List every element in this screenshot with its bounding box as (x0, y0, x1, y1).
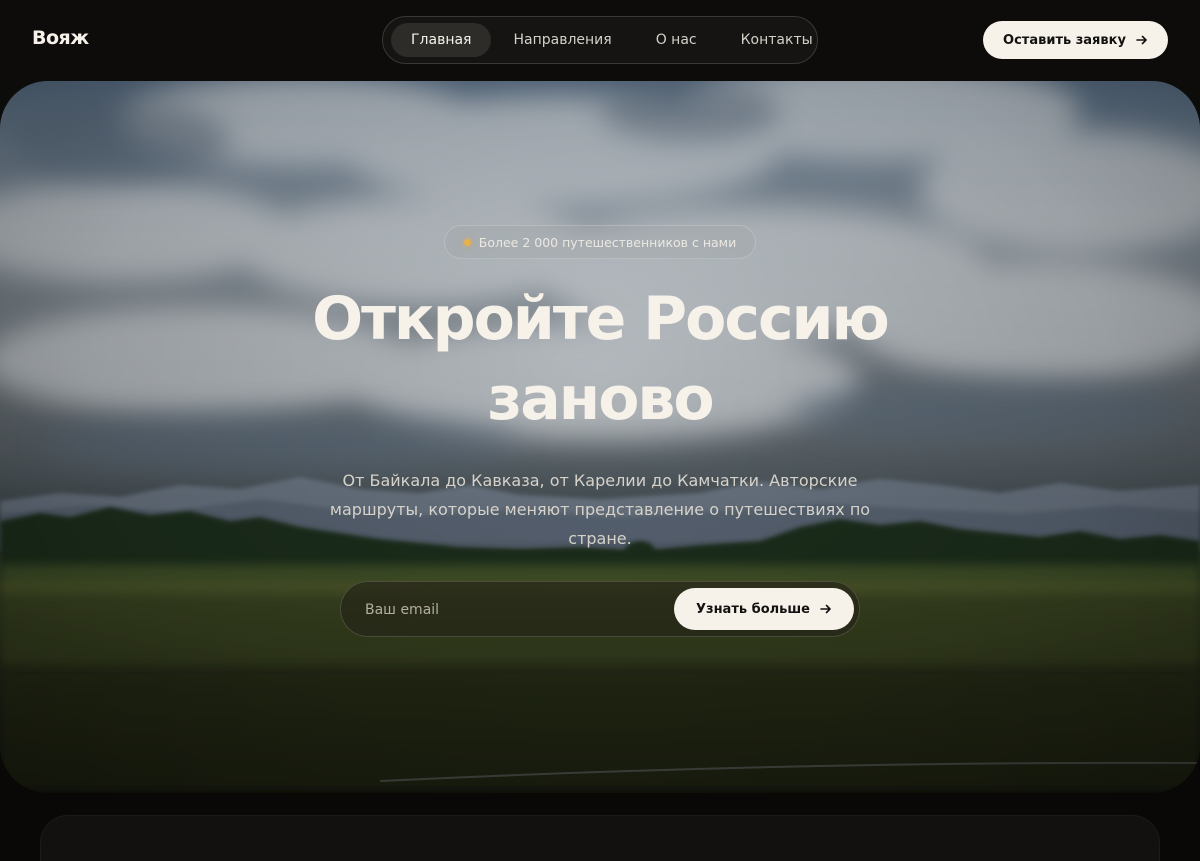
logo[interactable]: Вояж (32, 27, 89, 49)
next-section-edge (40, 815, 1160, 861)
nav-item-about[interactable]: О нас (634, 23, 719, 57)
submit-request-label: Оставить заявку (1003, 32, 1126, 48)
hero-subtitle: От Байкала до Кавказа, от Карелии до Кам… (329, 471, 871, 548)
hero-section: Более 2 000 путешественников с нами Откр… (0, 81, 1200, 793)
learn-more-button[interactable]: Узнать больше (674, 588, 854, 630)
badge-text: Более 2 000 путешественников с нами (478, 234, 737, 250)
submit-request-button[interactable]: Оставить заявку (983, 21, 1168, 59)
email-input[interactable] (353, 590, 673, 630)
arrow-right-icon (1136, 35, 1147, 45)
hero-title: Откройте Россию заново (200, 279, 1000, 439)
site-header: Вояж Главная Направления О нас Контакты … (0, 0, 1200, 80)
arrow-right-icon (820, 604, 831, 614)
nav-item-contacts[interactable]: Контакты (719, 23, 835, 57)
page: Вояж Главная Направления О нас Контакты … (0, 0, 1200, 861)
status-dot-icon (463, 238, 471, 246)
hero-title-line-2: заново (487, 364, 714, 434)
nav-item-destinations[interactable]: Направления (491, 23, 633, 57)
email-signup-form: Узнать больше (340, 581, 860, 637)
main-nav: Главная Направления О нас Контакты (382, 16, 818, 64)
learn-more-label: Узнать больше (696, 601, 810, 617)
nav-item-home[interactable]: Главная (391, 23, 492, 57)
hero-title-line-1: Откройте Россию (312, 284, 890, 354)
travelers-badge: Более 2 000 путешественников с нами (444, 225, 756, 259)
